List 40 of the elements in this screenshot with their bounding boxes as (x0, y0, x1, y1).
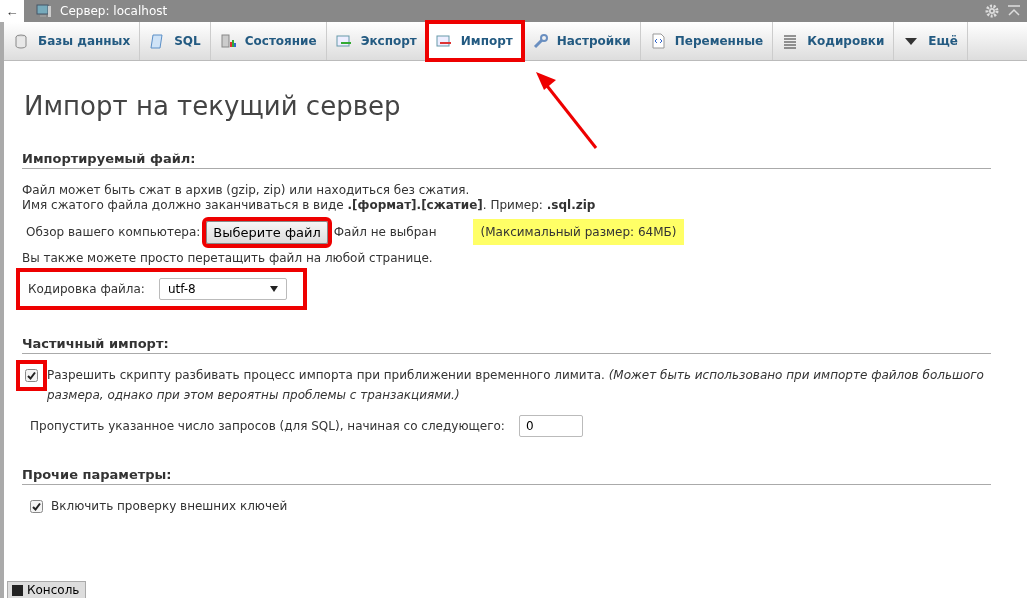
section-heading: Прочие параметры: (22, 467, 991, 485)
tab[interactable]: Настройки (522, 22, 641, 60)
terminal-icon (12, 584, 23, 596)
chart-icon (219, 33, 236, 49)
tab[interactable]: Импорт (426, 22, 523, 60)
tab[interactable]: Состояние (210, 22, 327, 60)
skip-label: Пропустить указанное число запросов (для SQL), начиная со следующего: (30, 419, 505, 433)
tab[interactable]: Ещё (894, 22, 968, 60)
tab[interactable]: Базы данных (4, 22, 141, 60)
collapse-icon[interactable] (1007, 4, 1021, 18)
tab[interactable]: Переменные (640, 22, 774, 60)
tab[interactable]: Кодировки (773, 22, 895, 60)
section-heading: Частичный импорт: (22, 336, 991, 354)
window-title: Сервер: localhost (60, 4, 168, 18)
page-title: Импорт на текущий сервер (24, 91, 402, 121)
encoding-dropdown[interactable]: utf-8 (158, 278, 287, 300)
lines-icon (782, 33, 799, 49)
checkbox[interactable] (30, 499, 43, 513)
tab[interactable]: SQL (140, 22, 211, 60)
help-text: Файл может быть сжат в архив (gzip, zip) или находиться без сжатия. (22, 183, 471, 198)
wrench-icon (531, 33, 548, 49)
help-text: Вы также можете просто перетащить файл на любой странице. (22, 251, 434, 266)
file-status: Файл не выбран (333, 225, 437, 239)
checkbox[interactable] (25, 369, 38, 382)
code-file-icon (649, 33, 666, 49)
encoding-label: Кодировка файла: (28, 282, 145, 296)
max-size-note: (Максимальный размер: 64МБ) (472, 219, 685, 245)
back-button[interactable]: ← (0, 0, 24, 22)
database-icon (13, 33, 29, 49)
checkbox-label: Разрешить скрипту разбивать процесс импорта при приближении временного лимита. (Может быть использовано при импорте файлов большого размера, однако при этом вероятны проблемы с транзакциями.) (47, 367, 985, 404)
browse-label: Обзор вашего компьютера: (26, 225, 201, 239)
scroll-icon (149, 33, 166, 49)
console-button[interactable]: Консоль (7, 581, 87, 598)
section-heading: Импортируемый файл: (22, 151, 991, 169)
monitor-icon (36, 4, 52, 18)
checkbox-label: Включить проверку внешних ключей (51, 499, 288, 513)
settings-icon[interactable] (985, 4, 999, 18)
skip-queries-field[interactable]: 0 (518, 415, 583, 437)
help-text: Имя сжатого файла должно заканчиваться в виде .[формат].[сжатие]. Пример: .sql.zip (22, 198, 597, 213)
caret-icon (269, 286, 278, 292)
